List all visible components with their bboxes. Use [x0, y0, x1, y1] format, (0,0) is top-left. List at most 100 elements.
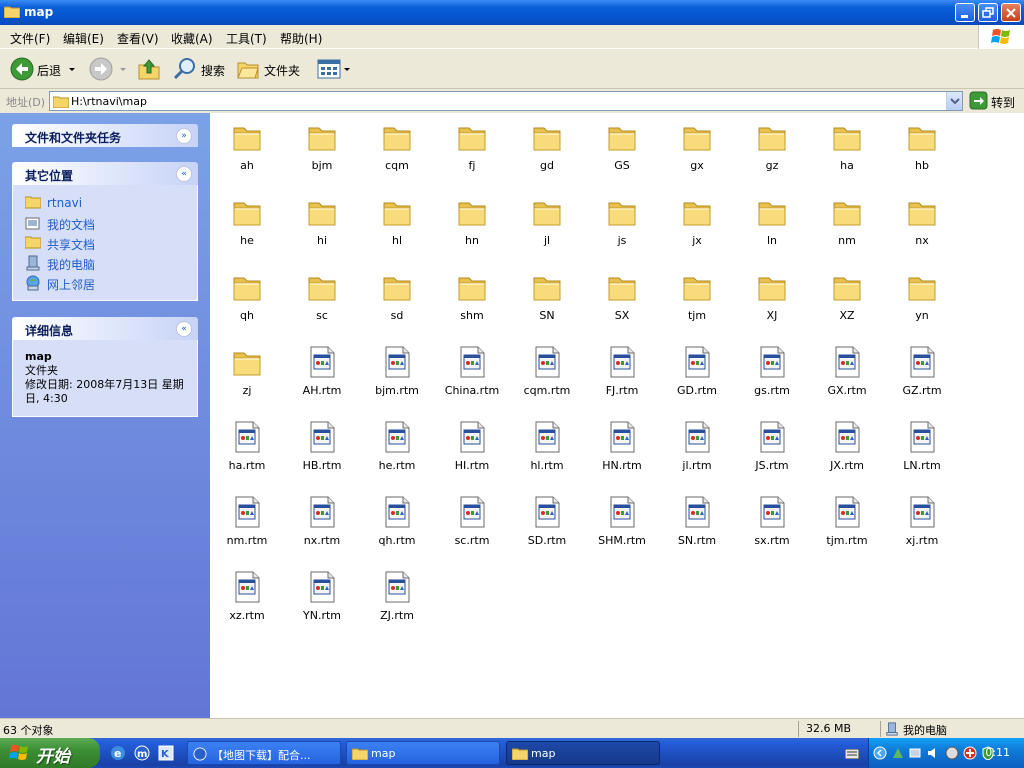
- go-button[interactable]: 转到: [967, 91, 1023, 111]
- file-item[interactable]: gs.rtm: [735, 342, 809, 414]
- file-item[interactable]: qh.rtm: [360, 492, 434, 564]
- folder-item[interactable]: XZ: [810, 267, 884, 339]
- menu-help[interactable]: 帮助(H): [280, 30, 322, 47]
- folder-item[interactable]: XJ: [735, 267, 809, 339]
- file-item[interactable]: SHM.rtm: [585, 492, 659, 564]
- place-shared-documents[interactable]: 共享文档: [25, 233, 185, 253]
- folder-item[interactable]: nx: [885, 192, 959, 264]
- folders-button[interactable]: 文件夹: [235, 56, 307, 82]
- file-item[interactable]: YN.rtm: [285, 567, 359, 639]
- menu-tools[interactable]: 工具(T): [226, 30, 267, 47]
- file-item[interactable]: FJ.rtm: [585, 342, 659, 414]
- folder-item[interactable]: hi: [285, 192, 359, 264]
- taskbar-item-download[interactable]: 【地图下载】配合...: [187, 741, 341, 765]
- place-my-computer[interactable]: 我的电脑: [25, 253, 185, 273]
- address-dropdown-button[interactable]: [946, 92, 962, 110]
- tray-expand-icon[interactable]: [873, 746, 887, 760]
- folder-item[interactable]: gd: [510, 117, 584, 189]
- back-button[interactable]: 后退: [8, 56, 80, 82]
- file-item[interactable]: hl.rtm: [510, 417, 584, 489]
- folder-item[interactable]: hl: [360, 192, 434, 264]
- file-item[interactable]: he.rtm: [360, 417, 434, 489]
- folder-item[interactable]: GS: [585, 117, 659, 189]
- expand-icon[interactable]: »: [176, 128, 192, 144]
- folder-item[interactable]: js: [585, 192, 659, 264]
- app-icon[interactable]: K: [158, 745, 174, 761]
- connection-icon[interactable]: [909, 746, 923, 760]
- views-button[interactable]: [316, 56, 352, 82]
- folder-item[interactable]: sd: [360, 267, 434, 339]
- minimize-button[interactable]: [955, 3, 975, 22]
- start-button[interactable]: 开始: [0, 738, 100, 768]
- folder-item[interactable]: fj: [435, 117, 509, 189]
- tasks-panel-header[interactable]: 文件和文件夹任务 »: [12, 124, 198, 147]
- file-item[interactable]: HN.rtm: [585, 417, 659, 489]
- file-item[interactable]: HB.rtm: [285, 417, 359, 489]
- folder-item[interactable]: shm: [435, 267, 509, 339]
- address-input[interactable]: H:\rtnavi\map: [49, 91, 963, 111]
- folder-item[interactable]: cqm: [360, 117, 434, 189]
- folder-item[interactable]: hn: [435, 192, 509, 264]
- folder-item[interactable]: ha: [810, 117, 884, 189]
- file-item[interactable]: cqm.rtm: [510, 342, 584, 414]
- maxthon-icon[interactable]: m: [134, 745, 150, 761]
- up-button[interactable]: [136, 56, 162, 82]
- forward-button[interactable]: [88, 56, 128, 82]
- antivirus-icon[interactable]: [963, 746, 977, 760]
- file-item[interactable]: GZ.rtm: [885, 342, 959, 414]
- folder-item[interactable]: jx: [660, 192, 734, 264]
- taskbar-item-map[interactable]: map: [346, 741, 500, 765]
- file-item[interactable]: SN.rtm: [660, 492, 734, 564]
- folder-item[interactable]: qh: [210, 267, 284, 339]
- file-item[interactable]: SD.rtm: [510, 492, 584, 564]
- folder-item[interactable]: tjm: [660, 267, 734, 339]
- file-item[interactable]: AH.rtm: [285, 342, 359, 414]
- folder-item[interactable]: gz: [735, 117, 809, 189]
- file-item[interactable]: nm.rtm: [210, 492, 284, 564]
- taskbar-item-map-active[interactable]: map: [506, 741, 660, 765]
- search-button[interactable]: 搜索: [172, 56, 232, 82]
- place-network[interactable]: 网上邻居: [25, 273, 185, 293]
- file-item[interactable]: GD.rtm: [660, 342, 734, 414]
- network-icon[interactable]: [891, 746, 905, 760]
- file-item[interactable]: nx.rtm: [285, 492, 359, 564]
- file-item[interactable]: ha.rtm: [210, 417, 284, 489]
- folder-item[interactable]: hb: [885, 117, 959, 189]
- file-item[interactable]: JS.rtm: [735, 417, 809, 489]
- folder-item[interactable]: gx: [660, 117, 734, 189]
- folder-item[interactable]: nm: [810, 192, 884, 264]
- file-item[interactable]: ZJ.rtm: [360, 567, 434, 639]
- title-bar[interactable]: map: [0, 0, 1024, 25]
- file-item[interactable]: China.rtm: [435, 342, 509, 414]
- folder-item[interactable]: SX: [585, 267, 659, 339]
- folder-item[interactable]: sc: [285, 267, 359, 339]
- file-item[interactable]: GX.rtm: [810, 342, 884, 414]
- volume-icon[interactable]: [927, 746, 941, 760]
- file-item[interactable]: bjm.rtm: [360, 342, 434, 414]
- file-item[interactable]: xz.rtm: [210, 567, 284, 639]
- file-item[interactable]: xj.rtm: [885, 492, 959, 564]
- file-item[interactable]: sx.rtm: [735, 492, 809, 564]
- folder-item[interactable]: ah: [210, 117, 284, 189]
- menu-file[interactable]: 文件(F): [10, 30, 50, 47]
- file-item[interactable]: JX.rtm: [810, 417, 884, 489]
- place-rtnavi[interactable]: rtnavi: [25, 193, 185, 213]
- collapse-icon[interactable]: «: [176, 321, 192, 337]
- restore-button[interactable]: [978, 3, 998, 22]
- folder-item[interactable]: bjm: [285, 117, 359, 189]
- folder-item[interactable]: ln: [735, 192, 809, 264]
- file-item[interactable]: sc.rtm: [435, 492, 509, 564]
- ie-icon[interactable]: e: [110, 745, 126, 761]
- folder-item[interactable]: jl: [510, 192, 584, 264]
- file-item[interactable]: tjm.rtm: [810, 492, 884, 564]
- globe-icon[interactable]: [945, 746, 959, 760]
- collapse-icon[interactable]: «: [176, 166, 192, 182]
- file-item[interactable]: LN.rtm: [885, 417, 959, 489]
- menu-edit[interactable]: 编辑(E): [63, 30, 104, 47]
- close-button[interactable]: [1001, 3, 1021, 22]
- menu-view[interactable]: 查看(V): [117, 30, 159, 47]
- place-my-documents[interactable]: 我的文档: [25, 213, 185, 233]
- file-item[interactable]: HI.rtm: [435, 417, 509, 489]
- folder-item[interactable]: zj: [210, 342, 284, 414]
- keyboard-icon[interactable]: [845, 749, 859, 759]
